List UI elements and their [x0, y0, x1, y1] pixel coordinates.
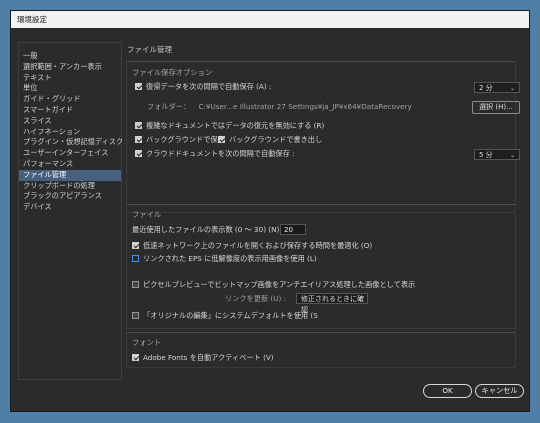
update-links-select[interactable]: 修正されるときに確認 ⌄ — [296, 293, 368, 314]
checkbox-checked-icon — [218, 136, 225, 143]
dialog-title: 環境設定 — [11, 11, 529, 28]
checkbox-checked-icon — [135, 136, 142, 143]
cloud-autosave-checkbox[interactable]: クラウドドキュメントを次の間隔で自動保存 : — [135, 149, 294, 159]
sidebar-item-hyphenation[interactable]: ハイフネーション — [19, 127, 121, 138]
antialias-checkbox[interactable]: ピクセルプレビューでビットマップ画像をアンチエイリアス処理した画像として表示 — [132, 280, 415, 290]
folder-path: C:¥User...e Illustrator 27 Settings¥ja_J… — [198, 102, 412, 111]
sidebar-item-black-appearance[interactable]: ブラックのアピアランス — [19, 191, 121, 202]
sidebar-item-user-interface[interactable]: ユーザーインターフェイス — [19, 148, 121, 159]
recent-files-input[interactable]: 20 — [280, 224, 306, 235]
sidebar-item-guides-grid[interactable]: ガイド・グリッド — [19, 94, 121, 105]
checkbox-checked-icon — [135, 83, 142, 90]
sidebar-item-devices[interactable]: デバイス — [19, 202, 121, 213]
main-panel: ファイル管理 ファイル保存オプション 復帰データを次の間隔で自動保存 (A) :… — [126, 42, 525, 380]
recent-files-label: 最近使用したファイルの表示数 (0 ～ 30) (N) : — [132, 225, 284, 234]
chevron-down-icon: ⌄ — [509, 152, 515, 159]
checkbox-checked-icon — [135, 150, 142, 157]
eps-preview-checkbox[interactable]: リンクされた EPS に低解像度の表示用画像を使用 (L) — [132, 254, 317, 264]
adobe-fonts-checkbox[interactable]: Adobe Fonts を自動アクティベート (V) — [132, 353, 274, 363]
low-bandwidth-checkbox[interactable]: 低速ネットワーク上のファイルを開くおよび保存する時間を最適化 (O) — [132, 241, 372, 251]
ok-button[interactable]: OK — [423, 384, 472, 398]
background-save-checkbox[interactable]: バックグラウンドで保存 — [135, 135, 225, 145]
files-group: ファイル 最近使用したファイルの表示数 (0 ～ 30) (N) : 20 低速… — [126, 204, 516, 329]
checkbox-unchecked-icon — [132, 281, 139, 288]
autosave-interval-select[interactable]: 2 分 ⌄ — [474, 82, 520, 93]
sidebar-item-clipboard[interactable]: クリップボードの処理 — [19, 181, 121, 192]
autosave-checkbox[interactable]: 復帰データを次の間隔で自動保存 (A) : — [135, 82, 271, 92]
save-options-title: ファイル保存オプション — [132, 68, 213, 77]
page-title: ファイル管理 — [127, 45, 172, 54]
folder-label: フォルダー： — [147, 102, 191, 111]
checkbox-unchecked-icon — [132, 312, 139, 319]
chevron-down-icon: ⌄ — [509, 85, 515, 92]
sidebar-item-performance[interactable]: パフォーマンス — [19, 159, 121, 170]
folder-row: フォルダー： C:¥User...e Illustrator 27 Settin… — [147, 102, 412, 112]
chevron-down-icon: ⌄ — [357, 296, 363, 303]
edit-original-checkbox[interactable]: 「オリジナルの編集」にシステムデフォルトを使用 (S — [132, 311, 318, 321]
sidebar-item-units[interactable]: 単位 — [19, 83, 121, 94]
cancel-button[interactable]: キャンセル — [475, 384, 524, 398]
save-options-group: ファイル保存オプション 復帰データを次の間隔で自動保存 (A) : 2 分 ⌄ フ… — [126, 61, 520, 213]
update-links-label: リンクを更新 (U) : — [225, 294, 286, 303]
sidebar-item-type[interactable]: テキスト — [19, 73, 121, 84]
choose-folder-button[interactable]: 選択 (H)... — [472, 101, 520, 114]
files-title: ファイル — [132, 210, 162, 219]
background-export-checkbox[interactable]: バックグラウンドで書き出し — [218, 135, 322, 145]
sidebar-item-plugins-scratch[interactable]: プラグイン・仮想記憶ディスク — [19, 137, 123, 148]
category-list[interactable]: 一般 選択範囲・アンカー表示 テキスト 単位 ガイド・グリッド スマートガイド … — [18, 42, 123, 380]
checkbox-checked-icon — [135, 122, 142, 129]
checkbox-checked-icon — [132, 242, 139, 249]
sidebar-item-general[interactable]: 一般 — [19, 51, 121, 62]
checkbox-unchecked-icon — [132, 255, 139, 262]
checkbox-checked-icon — [132, 354, 139, 361]
fonts-group: フォント Adobe Fonts を自動アクティベート (V) — [126, 332, 516, 368]
disable-recovery-checkbox[interactable]: 複雑なドキュメントではデータの復元を無効にする (R) — [135, 121, 324, 131]
fonts-title: フォント — [132, 338, 162, 347]
cloud-interval-select[interactable]: 5 分 ⌄ — [474, 149, 520, 160]
sidebar-item-slices[interactable]: スライス — [19, 116, 121, 127]
sidebar-item-selection-anchor[interactable]: 選択範囲・アンカー表示 — [19, 62, 121, 73]
sidebar-item-smart-guides[interactable]: スマートガイド — [19, 105, 121, 116]
preferences-dialog: 環境設定 一般 選択範囲・アンカー表示 テキスト 単位 ガイド・グリッド スマー… — [10, 10, 530, 412]
sidebar-item-file-handling[interactable]: ファイル管理 — [19, 169, 121, 181]
